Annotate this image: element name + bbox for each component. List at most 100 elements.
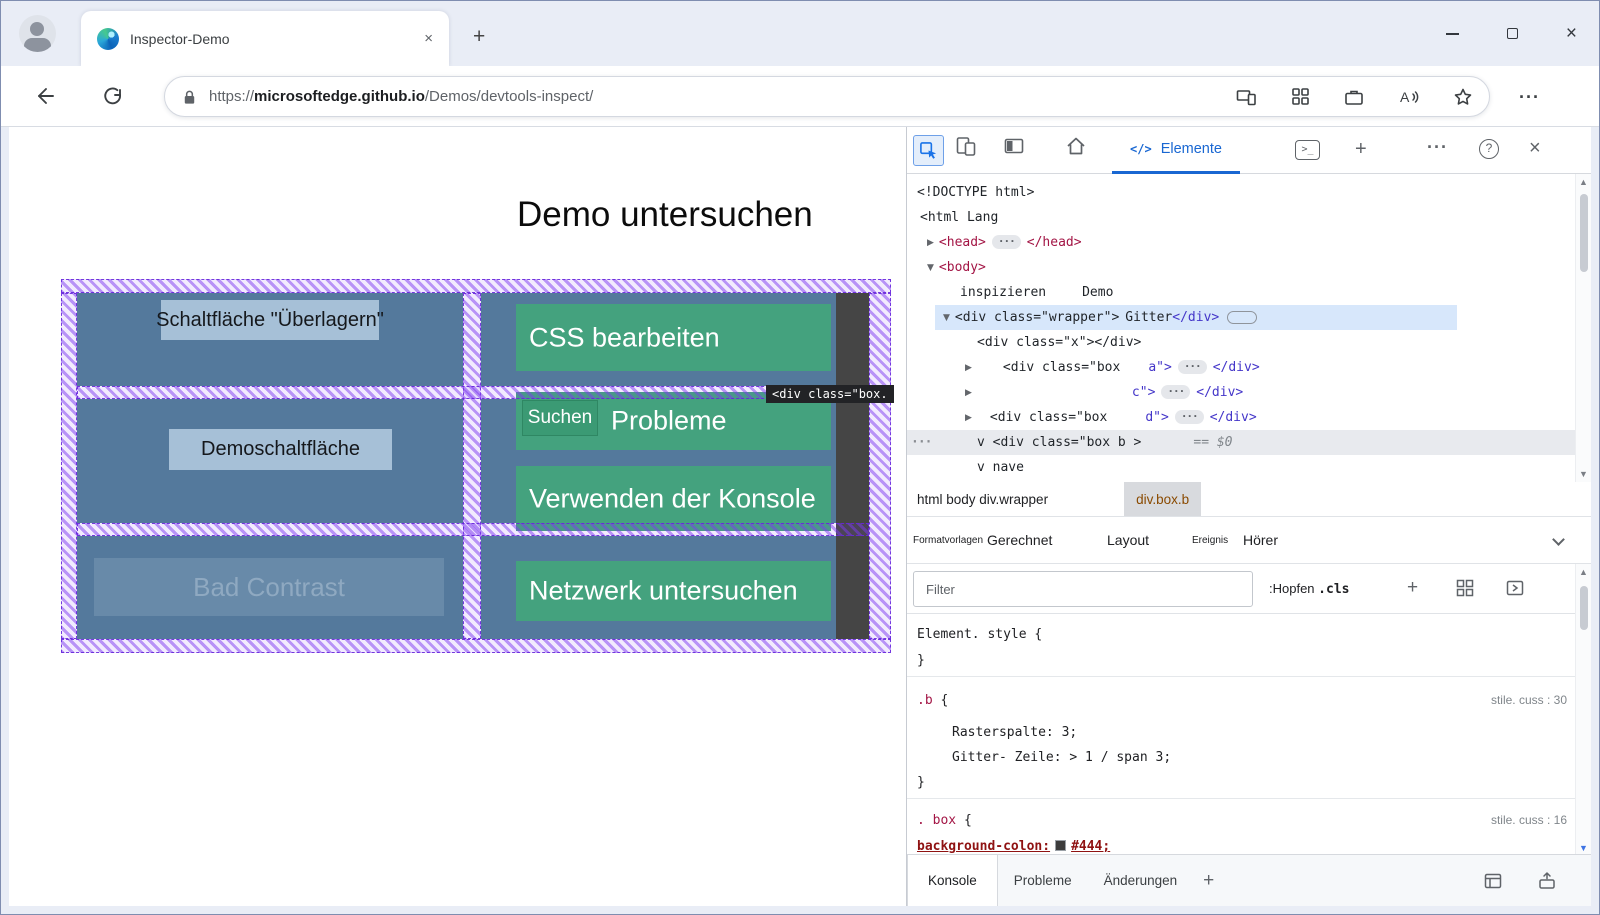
home-icon[interactable] — [1065, 135, 1087, 157]
dom-row-wrapper[interactable]: ▼ <div class="wrapper"> Gitter</div> — [935, 305, 1457, 330]
dom-row-box-d[interactable]: ▶ <div class="box d"> ··· </div> — [965, 405, 1257, 430]
css-property-grid-column[interactable]: Rasterspalte: 3; — [952, 720, 1575, 745]
dom-row-selected-box-b[interactable]: ··· v <div class="box b > == $0 — [907, 430, 1575, 455]
more-tabs-icon[interactable]: + — [1355, 138, 1367, 161]
dom-scrollbar[interactable]: ▲ ▼ — [1575, 174, 1591, 482]
console-drawer-icon[interactable]: >_ — [1295, 140, 1320, 160]
row-menu-icon[interactable]: ··· — [911, 430, 933, 455]
dom-row-box-a[interactable]: ▶ <div class="box a"> ··· </div> — [965, 355, 1260, 380]
collapsed-dots-badge[interactable]: ··· — [1174, 410, 1204, 424]
scroll-up-icon[interactable]: ▲ — [1576, 177, 1591, 187]
back-icon[interactable] — [33, 84, 57, 108]
profile-avatar[interactable] — [19, 15, 56, 52]
drawer-expand-icon[interactable] — [1537, 871, 1557, 891]
dom-row-box-c[interactable]: ▶ c"> ··· </div> — [965, 380, 1243, 405]
read-aloud-icon[interactable]: A — [1398, 87, 1419, 107]
open-panel-icon[interactable] — [1505, 578, 1525, 598]
new-tab-button[interactable]: + — [473, 25, 485, 49]
hov-cls-toggles[interactable]: :Hopfen .cls — [1269, 564, 1349, 614]
new-style-rule-icon[interactable]: + — [1407, 577, 1418, 599]
drawer-more-tabs-icon[interactable]: + — [1203, 870, 1214, 892]
tab-elements[interactable]: </> Elemente — [1112, 127, 1240, 174]
issues-label: Probleme — [611, 405, 727, 436]
collapse-arrow-icon[interactable]: ▼ — [927, 256, 934, 281]
dom-row-nav[interactable]: v nave — [977, 455, 1024, 480]
maximize-button[interactable] — [1506, 28, 1518, 39]
scrollbar-thumb[interactable] — [1580, 194, 1588, 272]
breadcrumb-path[interactable]: html body div.wrapper — [907, 482, 1048, 516]
browser-tab[interactable]: Inspector-Demo × — [81, 11, 449, 66]
edge-logo-icon — [97, 27, 119, 50]
styles-scrollbar[interactable]: ▲ ▼ — [1575, 564, 1591, 856]
stylesheet-source-link[interactable]: stile. cuss : 16 — [1491, 808, 1567, 833]
scroll-up-icon[interactable]: ▲ — [1576, 567, 1591, 577]
search-input[interactable]: Suchen — [522, 400, 598, 436]
devtools-drawer: Konsole Probleme Änderungen + — [907, 854, 1591, 906]
chevron-down-icon[interactable] — [1552, 533, 1565, 546]
refresh-icon[interactable] — [101, 84, 125, 108]
drawer-tab-console[interactable]: Konsole — [907, 855, 998, 906]
bad-contrast-button[interactable]: Bad Contrast — [94, 558, 444, 616]
expand-arrow-icon[interactable]: ▶ — [965, 356, 972, 381]
collapsed-dots-badge[interactable]: ··· — [991, 235, 1021, 249]
help-icon[interactable]: ? — [1479, 139, 1499, 159]
device-emulation-icon[interactable] — [955, 135, 977, 157]
dom-row-text[interactable]: inspizieren Demo — [960, 280, 1113, 305]
collapsed-dots-badge[interactable]: ··· — [1161, 385, 1191, 399]
tab-layout[interactable]: Layout — [1107, 517, 1149, 564]
css-property-grid-row[interactable]: Gitter- Zeile: > 1 / span 3; — [952, 745, 1575, 770]
breadcrumb-selected[interactable]: div.box.b — [1124, 482, 1202, 516]
dom-row-head[interactable]: ▶ <head> ··· </head> — [927, 230, 1082, 255]
dom-row-x-div[interactable]: <div class="x"></div> — [977, 330, 1141, 355]
expand-arrow-icon[interactable]: ▶ — [965, 406, 972, 431]
drawer-tab-changes[interactable]: Änderungen — [1088, 855, 1194, 906]
settings-more-icon[interactable]: ··· — [1519, 87, 1540, 108]
css-property-background-color[interactable]: background-colon: #444; — [917, 834, 1575, 856]
filter-input[interactable] — [913, 571, 1253, 607]
computed-panel-icon[interactable] — [1455, 578, 1475, 598]
address-bar[interactable]: https://microsoftedge.github.io/Demos/de… — [164, 76, 1490, 117]
grid-overlay-border — [61, 279, 891, 293]
edit-css-label: CSS bearbeiten — [529, 322, 720, 352]
grid-overlay-border — [869, 293, 891, 639]
minimize-button[interactable] — [1445, 32, 1459, 35]
grid-badge-pill[interactable] — [1227, 311, 1258, 324]
edit-css-box: CSS bearbeiten — [516, 304, 831, 371]
scroll-down-icon[interactable]: ▼ — [1576, 843, 1591, 853]
tab-styles[interactable]: Formatvorlagen — [913, 517, 983, 564]
customize-devtools-icon[interactable]: ··· — [1427, 137, 1448, 158]
window-close-button[interactable]: × — [1566, 24, 1577, 43]
scrollbar-thumb[interactable] — [1580, 586, 1588, 630]
demo-button[interactable]: Demoschaltfläche — [169, 429, 392, 470]
rule-b-selector[interactable]: .b {stile. cuss : 30 — [917, 688, 1575, 713]
dock-side-icon[interactable] — [1003, 135, 1025, 157]
favorites-star-icon[interactable] — [1453, 87, 1473, 107]
scroll-down-icon[interactable]: ▼ — [1576, 469, 1591, 479]
collapse-arrow-icon[interactable]: ▼ — [943, 306, 950, 331]
expand-arrow-icon[interactable]: ▶ — [965, 381, 972, 406]
inspect-element-icon[interactable] — [913, 135, 944, 166]
devtools-close-icon[interactable]: × — [1529, 137, 1541, 160]
drawer-dock-icon[interactable] — [1483, 871, 1503, 891]
element-style-rule[interactable]: Element. style { — [917, 622, 1575, 647]
tab-event-listeners[interactable]: Ereignis — [1192, 517, 1228, 564]
lock-icon[interactable] — [181, 88, 198, 106]
tab-close-icon[interactable]: × — [424, 30, 433, 47]
dom-row-html[interactable]: <html Lang — [920, 205, 998, 230]
split-screen-icon[interactable] — [1236, 87, 1257, 107]
expand-arrow-icon[interactable]: ▶ — [927, 231, 934, 256]
workspaces-briefcase-icon[interactable] — [1344, 87, 1364, 107]
color-swatch[interactable] — [1055, 840, 1067, 851]
overlay-button[interactable]: Schaltfläche "Überlagern" — [156, 300, 384, 340]
dom-row-doctype[interactable]: <!DOCTYPE html> — [917, 180, 1034, 205]
grid-badge-label[interactable]: Gitter — [1125, 310, 1172, 325]
doctype-text: <!DOCTYPE html> — [917, 185, 1035, 200]
collapsed-dots-badge[interactable]: ··· — [1177, 360, 1207, 374]
stylesheet-source-link[interactable]: stile. cuss : 30 — [1491, 688, 1567, 713]
dom-row-body[interactable]: ▼ <body> — [927, 255, 986, 280]
drawer-tab-issues[interactable]: Probleme — [998, 855, 1088, 906]
tab-computed[interactable]: Gerechnet — [987, 517, 1052, 564]
tab-event-listeners-label[interactable]: Hörer — [1243, 517, 1278, 564]
rule-box-selector[interactable]: . box {stile. cuss : 16 — [917, 808, 1575, 833]
apps-grid-icon[interactable] — [1291, 87, 1310, 106]
